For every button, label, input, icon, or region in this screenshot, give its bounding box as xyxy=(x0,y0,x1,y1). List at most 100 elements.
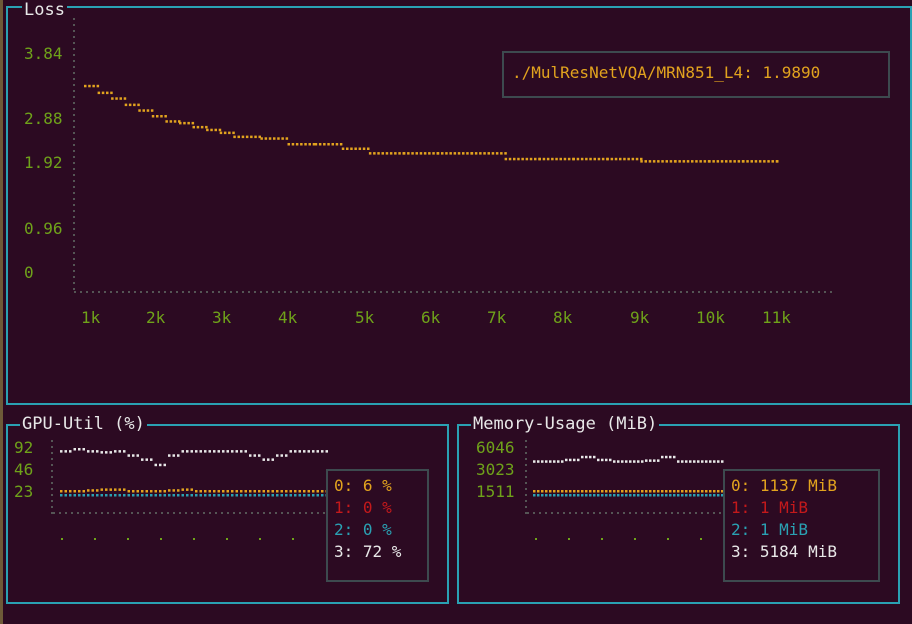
x-axis-dot xyxy=(119,512,121,514)
y-axis-dot xyxy=(525,500,527,502)
loss-series-point xyxy=(623,157,626,161)
loss-series-point xyxy=(754,160,758,163)
x-axis-dot xyxy=(368,291,370,293)
x-axis-dot xyxy=(380,291,382,293)
loss-series-point xyxy=(232,131,235,135)
loss-series-point xyxy=(665,160,668,163)
gpu-series-3-point xyxy=(159,463,162,467)
gpu-series-0-point xyxy=(123,488,126,491)
gpu-series-2-point xyxy=(64,494,67,497)
x-axis-dot xyxy=(179,512,181,514)
loss-series-point xyxy=(432,152,435,155)
x-axis-dot xyxy=(416,291,418,293)
loss-series-point xyxy=(508,157,512,161)
memory-series-0-point xyxy=(553,490,556,493)
y-axis-dot xyxy=(73,36,75,38)
gpu-series-2-point xyxy=(150,494,153,497)
loss-series-point xyxy=(210,128,213,132)
loss-series-point xyxy=(445,152,448,155)
loss-series-point xyxy=(619,157,622,161)
y-axis-dot xyxy=(73,72,75,74)
memory-series-0-point xyxy=(585,490,588,493)
memory-series-2-point xyxy=(621,494,624,497)
x-axis-dot xyxy=(299,512,301,514)
memory-series-0-point xyxy=(693,490,696,493)
y-tick-label: 1511 xyxy=(476,482,515,501)
memory-series-2-point xyxy=(657,494,660,497)
loss-series-point xyxy=(260,137,263,140)
gpu-series-0-point xyxy=(312,490,315,493)
x-axis-dot xyxy=(71,512,73,514)
loss-series-point xyxy=(606,157,609,161)
gpu-series-3-point xyxy=(240,450,243,453)
loss-series-point xyxy=(88,84,91,88)
gpu-series-2-point xyxy=(69,494,72,497)
x-axis-dot xyxy=(146,291,148,293)
x-tick-label: 5k xyxy=(355,308,375,327)
gpu-series-3-point xyxy=(285,454,288,457)
memory-series-2-point xyxy=(597,494,600,497)
loss-series-point xyxy=(219,131,223,135)
x-tick-label: 8k xyxy=(553,308,573,327)
x-axis-dot xyxy=(134,291,136,293)
loss-series-point xyxy=(385,152,389,155)
gpu-series-2-point xyxy=(289,494,292,497)
memory-series-3-point xyxy=(633,460,636,463)
memory-series-0-point xyxy=(545,490,548,493)
y-axis-dot xyxy=(73,84,75,86)
y-axis-dot xyxy=(73,150,75,152)
y-axis-dot xyxy=(51,494,53,496)
loss-series-point xyxy=(635,157,639,161)
y-axis-dot xyxy=(73,264,75,266)
memory-series-3-point xyxy=(601,458,604,462)
x-axis-dot xyxy=(227,512,229,514)
x-axis-dot xyxy=(122,291,124,293)
x-axis-dot xyxy=(623,512,625,514)
x-axis-dot xyxy=(716,291,718,293)
loss-series-point xyxy=(268,137,272,140)
memory-series-0-point xyxy=(705,490,708,493)
memory-series-3-point xyxy=(677,460,680,463)
loss-series-point xyxy=(277,137,280,140)
memory-series-0-point xyxy=(561,490,564,493)
memory-series-2-point xyxy=(577,494,580,497)
x-tick-dot xyxy=(193,538,195,540)
x-axis-dot xyxy=(95,512,97,514)
memory-series-2-point xyxy=(701,494,704,497)
x-axis-dot xyxy=(392,291,394,293)
loss-series-point xyxy=(368,152,372,155)
loss-series-point xyxy=(200,125,204,129)
x-axis-dot xyxy=(350,291,352,293)
gpu-series-0-point xyxy=(240,490,243,493)
y-tick-label: 2.88 xyxy=(24,109,63,128)
y-axis-dot xyxy=(73,96,75,98)
x-axis-dot xyxy=(188,291,190,293)
gpu-series-2-point xyxy=(172,494,175,497)
loss-series-point xyxy=(206,128,209,132)
x-axis-dot xyxy=(269,512,271,514)
loss-series-point xyxy=(640,160,643,163)
loss-series-point xyxy=(767,160,770,163)
gpu-series-3-point xyxy=(69,450,72,453)
memory-series-3-point xyxy=(689,460,692,463)
gpu-series-0-point xyxy=(145,490,148,493)
window-edge xyxy=(0,0,3,624)
x-tick-label: 2k xyxy=(146,308,166,327)
gpu-series-2-point xyxy=(303,494,306,497)
x-axis-dot xyxy=(452,291,454,293)
x-tick-dot xyxy=(292,538,294,540)
memory-series-2-point xyxy=(601,494,604,497)
loss-series-point xyxy=(97,91,101,95)
x-axis-dot xyxy=(707,512,709,514)
memory-series-0-point xyxy=(677,490,680,493)
y-tick-label: 1.92 xyxy=(24,153,63,172)
x-axis-dot xyxy=(530,291,532,293)
gpu-series-0-point xyxy=(105,488,108,491)
x-axis-dot xyxy=(701,512,703,514)
loss-series-point xyxy=(115,97,118,100)
memory-series-3-point xyxy=(713,460,716,463)
x-axis-dot xyxy=(626,291,628,293)
loss-series-point xyxy=(156,115,159,118)
x-axis-dot xyxy=(806,291,808,293)
x-axis-dot xyxy=(695,512,697,514)
